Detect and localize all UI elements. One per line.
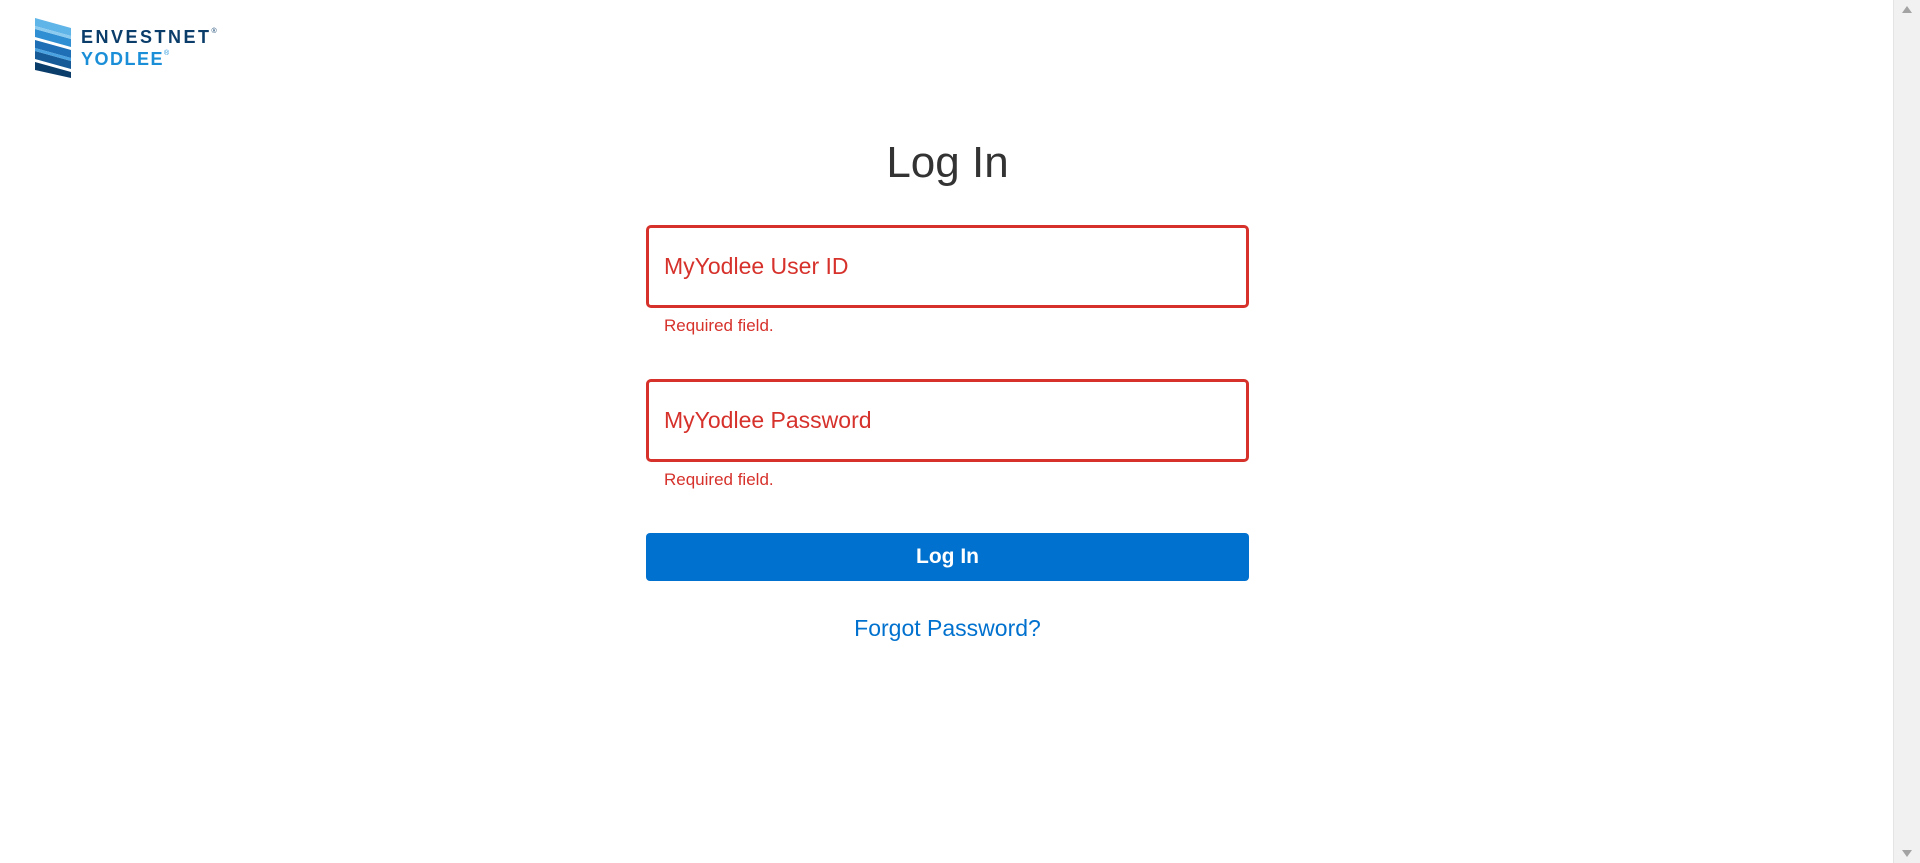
user-id-field[interactable] bbox=[646, 225, 1249, 308]
envestnet-yodlee-logo-icon bbox=[35, 18, 71, 78]
logo-line-yodlee: YODLEE® bbox=[81, 49, 170, 69]
login-button[interactable]: Log In bbox=[646, 533, 1249, 581]
scroll-up-arrow-icon[interactable] bbox=[1902, 6, 1912, 13]
password-field[interactable] bbox=[646, 379, 1249, 462]
scroll-down-arrow-icon[interactable] bbox=[1902, 850, 1912, 857]
login-page: ENVESTNET® YODLEE® Log In Required field… bbox=[0, 0, 1920, 863]
vertical-scrollbar[interactable] bbox=[1893, 0, 1920, 863]
user-id-input[interactable] bbox=[649, 228, 1246, 305]
logo-line-yodlee-text: YODLEE bbox=[81, 49, 165, 69]
logo-text: ENVESTNET® YODLEE® bbox=[81, 28, 217, 68]
logo-line-envestnet-text: ENVESTNET bbox=[81, 27, 212, 47]
password-input[interactable] bbox=[649, 382, 1246, 459]
password-error: Required field. bbox=[664, 470, 774, 489]
logo-line-envestnet: ENVESTNET® bbox=[81, 27, 217, 47]
page-title: Log In bbox=[886, 138, 1009, 187]
forgot-password-link[interactable]: Forgot Password? bbox=[646, 615, 1249, 642]
user-id-error: Required field. bbox=[664, 316, 774, 335]
logo[interactable]: ENVESTNET® YODLEE® bbox=[35, 18, 217, 78]
